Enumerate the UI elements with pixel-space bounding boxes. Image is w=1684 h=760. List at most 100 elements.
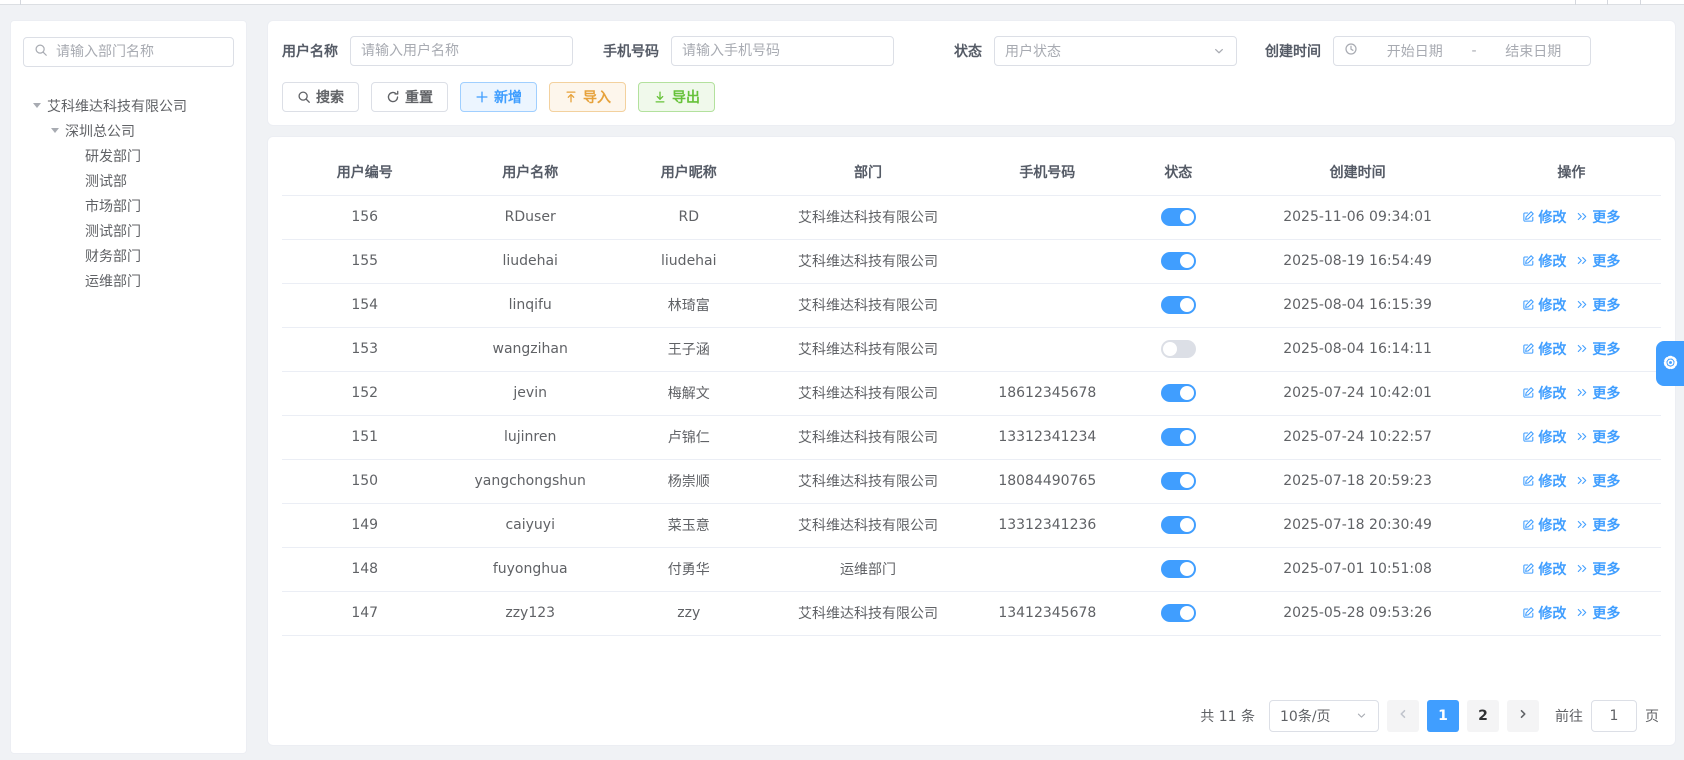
more-link[interactable]: 更多	[1576, 207, 1620, 227]
tree-node[interactable]: 深圳总公司	[23, 118, 234, 143]
next-page-button[interactable]	[1507, 699, 1539, 732]
tree-node[interactable]: 运维部门	[23, 268, 234, 293]
cell-name: wangzihan	[447, 327, 613, 372]
status-toggle[interactable]	[1160, 208, 1196, 226]
tree-node[interactable]: 测试部	[23, 168, 234, 193]
top-tabs-strip	[0, 0, 1684, 5]
date-range-picker[interactable]: 开始日期 - 结束日期	[1333, 36, 1591, 66]
cell-actions: 修改 更多	[1481, 371, 1661, 416]
tree-node[interactable]: 艾科维达科技有限公司	[23, 93, 234, 118]
edit-icon	[1522, 474, 1535, 487]
tree-node[interactable]: 研发部门	[23, 143, 234, 168]
cell-status	[1123, 239, 1234, 284]
toggle-knob	[1179, 298, 1194, 312]
status-toggle[interactable]	[1160, 472, 1196, 490]
status-toggle[interactable]	[1160, 296, 1196, 314]
tree-node-label: 财务部门	[85, 248, 141, 265]
import-button[interactable]: 导入	[549, 82, 626, 112]
status-toggle[interactable]	[1160, 252, 1196, 270]
export-button[interactable]: 导出	[638, 82, 715, 112]
status-toggle[interactable]	[1160, 516, 1196, 534]
more-link[interactable]: 更多	[1576, 383, 1620, 403]
more-link[interactable]: 更多	[1576, 471, 1620, 491]
edit-link[interactable]: 修改	[1522, 383, 1566, 403]
more-link-label: 更多	[1592, 253, 1621, 270]
user-table: 用户编号 用户名称 用户昵称 部门 手机号码 状态 创建时间 操作 156 RDuser RD 艾科…	[282, 149, 1661, 636]
page-button-2[interactable]: 2	[1467, 699, 1499, 732]
page-button-1[interactable]: 1	[1427, 699, 1459, 732]
edit-link[interactable]: 修改	[1522, 295, 1566, 315]
status-toggle[interactable]	[1160, 340, 1196, 358]
edit-link[interactable]: 修改	[1522, 471, 1566, 491]
gear-icon	[1662, 354, 1679, 374]
page-size-select[interactable]: 10条/页	[1269, 699, 1379, 732]
edit-link-label: 修改	[1538, 209, 1567, 226]
edit-link[interactable]: 修改	[1522, 427, 1566, 447]
tree-node[interactable]: 测试部门	[23, 218, 234, 243]
edit-link[interactable]: 修改	[1522, 515, 1566, 535]
tree-node[interactable]: 财务部门	[23, 243, 234, 268]
edit-icon	[1522, 210, 1535, 223]
goto-suffix: 页	[1645, 708, 1659, 725]
more-link[interactable]: 更多	[1576, 559, 1620, 579]
edit-icon	[1522, 298, 1535, 311]
edit-link[interactable]: 修改	[1522, 559, 1566, 579]
date-end-placeholder: 结束日期	[1505, 44, 1562, 60]
cell-id: 149	[282, 503, 448, 548]
theme-settings-button[interactable]	[1656, 341, 1684, 386]
goto-page-input[interactable]	[1591, 699, 1637, 732]
more-link[interactable]: 更多	[1576, 251, 1620, 271]
cell-actions: 修改 更多	[1481, 415, 1661, 460]
edit-icon	[1522, 342, 1535, 355]
search-button[interactable]: 搜索	[282, 82, 359, 112]
filter-card: 用户名称 手机号码 状态 用户状态 创建时间	[267, 20, 1676, 126]
edit-link[interactable]: 修改	[1522, 339, 1566, 359]
cell-actions: 修改 更多	[1481, 547, 1661, 592]
tree-node[interactable]: 市场部门	[23, 193, 234, 218]
tree-node-label: 运维部门	[85, 273, 141, 290]
cell-name: caiyuyi	[447, 503, 613, 548]
cell-created: 2025-08-04 16:15:39	[1233, 283, 1482, 328]
cell-status	[1123, 459, 1234, 504]
more-link[interactable]: 更多	[1576, 339, 1620, 359]
status-select[interactable]: 用户状态	[994, 36, 1237, 66]
status-toggle[interactable]	[1160, 428, 1196, 446]
cell-status	[1123, 371, 1234, 416]
status-toggle[interactable]	[1160, 384, 1196, 402]
username-input[interactable]	[361, 43, 562, 59]
username-label: 用户名称	[282, 44, 338, 60]
edit-link-label: 修改	[1538, 297, 1567, 314]
cell-id: 151	[282, 415, 448, 460]
status-toggle[interactable]	[1160, 604, 1196, 622]
more-link[interactable]: 更多	[1576, 515, 1620, 535]
table-row: 153 wangzihan 王子涵 艾科维达科技有限公司 2025-08-04 16:1…	[282, 327, 1661, 372]
chevron-down-icon	[1212, 44, 1226, 58]
tree-node-label: 测试部门	[85, 223, 141, 240]
more-link[interactable]: 更多	[1576, 295, 1620, 315]
more-link[interactable]: 更多	[1576, 603, 1620, 623]
caret-down-icon[interactable]	[33, 103, 41, 108]
edit-link[interactable]: 修改	[1522, 603, 1566, 623]
edit-link-label: 修改	[1538, 473, 1567, 490]
cell-created: 2025-07-24 10:22:57	[1233, 415, 1482, 460]
phone-input[interactable]	[682, 43, 883, 59]
edit-link[interactable]: 修改	[1522, 207, 1566, 227]
refresh-icon	[386, 90, 400, 104]
table-row: 150 yangchongshun 杨崇顺 艾科维达科技有限公司 18084490765…	[282, 459, 1661, 504]
cell-name: linqifu	[447, 283, 613, 328]
strip-divider	[1607, 0, 1608, 5]
cell-phone	[971, 547, 1124, 592]
edit-link[interactable]: 修改	[1522, 251, 1566, 271]
reset-button[interactable]: 重置	[371, 82, 448, 112]
edit-icon	[1522, 430, 1535, 443]
chevron-left-icon	[1396, 707, 1410, 725]
status-toggle[interactable]	[1160, 560, 1196, 578]
add-button[interactable]: 新增	[460, 82, 537, 112]
pagination-total: 共 11 条	[1200, 708, 1255, 725]
caret-down-icon[interactable]	[51, 128, 59, 133]
double-chevron-right-icon	[1576, 386, 1589, 399]
cell-nick: zzy	[612, 591, 765, 636]
department-search-input[interactable]	[56, 44, 223, 60]
prev-page-button[interactable]	[1387, 699, 1419, 732]
more-link[interactable]: 更多	[1576, 427, 1620, 447]
